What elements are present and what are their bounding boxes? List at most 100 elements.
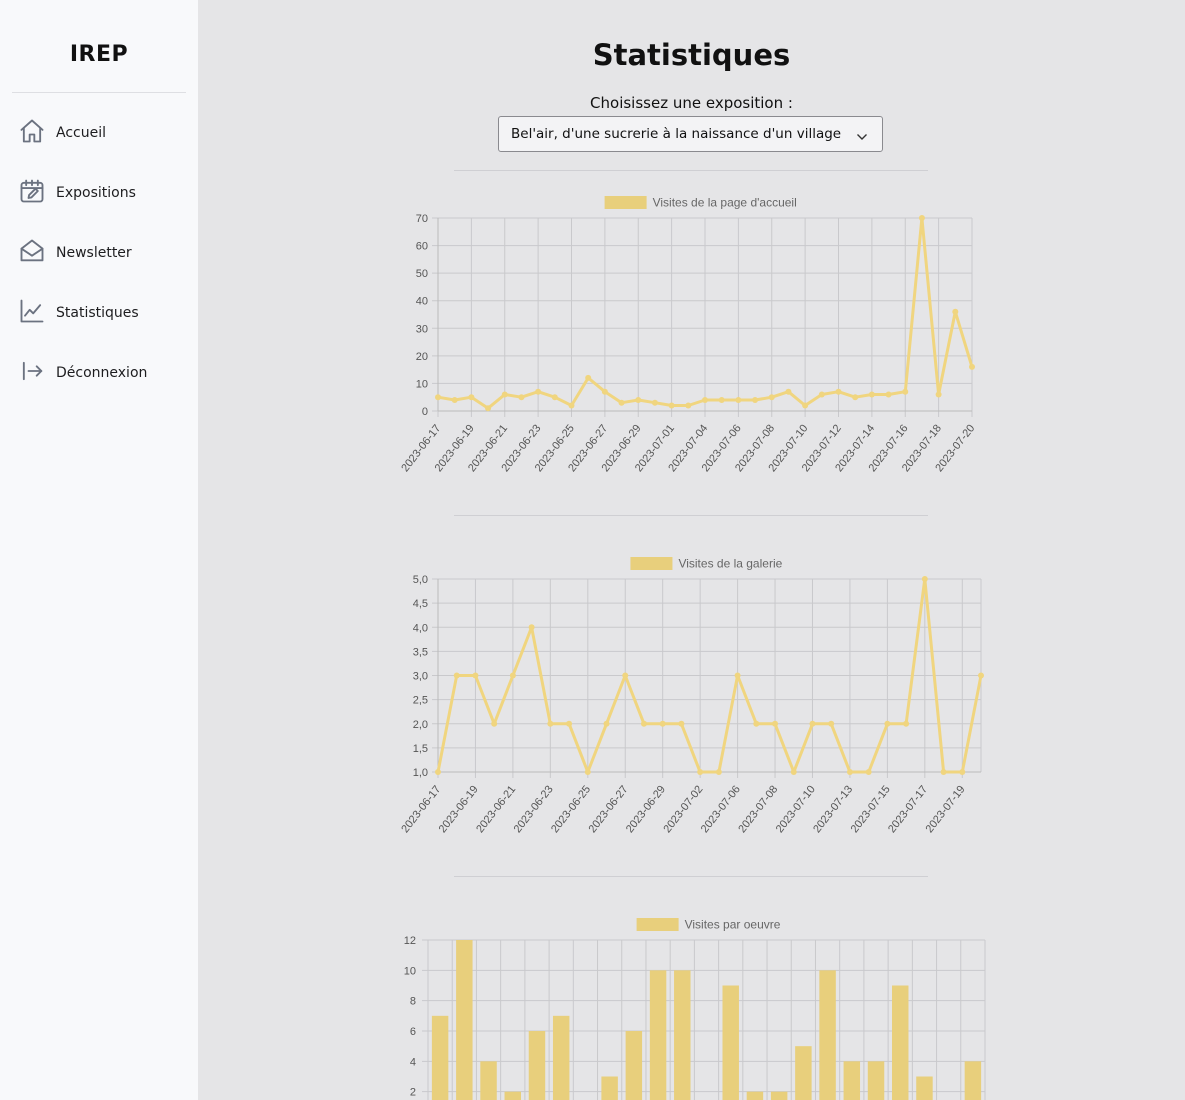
x-tick-label: 2023-07-19 xyxy=(924,783,968,835)
data-point xyxy=(528,624,535,631)
data-point xyxy=(518,394,525,401)
data-point xyxy=(622,672,629,679)
data-point xyxy=(501,391,508,398)
y-tick-label: 8 xyxy=(410,996,416,1008)
data-point xyxy=(685,402,692,409)
bar xyxy=(601,1076,618,1100)
y-tick-label: 2 xyxy=(410,1087,416,1099)
data-point xyxy=(491,720,498,727)
data-point xyxy=(790,769,797,775)
y-tick-label: 70 xyxy=(416,213,428,225)
data-point xyxy=(828,720,835,727)
y-tick-label: 4,5 xyxy=(413,598,428,610)
y-tick-label: 10 xyxy=(404,965,416,977)
bar xyxy=(867,1061,885,1100)
bar xyxy=(819,970,836,1100)
data-point xyxy=(921,576,928,582)
data-point xyxy=(678,720,685,727)
data-point xyxy=(535,388,542,395)
data-point xyxy=(585,374,592,381)
data-point xyxy=(668,402,675,409)
y-tick-label: 1,0 xyxy=(413,767,428,779)
data-point xyxy=(835,388,842,395)
data-point xyxy=(468,394,475,401)
bar xyxy=(431,1015,449,1100)
chart-galerie: Visites de la galerie 1,0 1,5 2,0 2,5 3,0 3,5 4… xyxy=(399,557,984,835)
bar xyxy=(722,985,739,1100)
data-point xyxy=(566,720,573,727)
legend-label: Visites de la page d'accueil xyxy=(653,196,797,210)
bar xyxy=(504,1091,521,1100)
data-point xyxy=(651,399,658,406)
data-point xyxy=(918,215,925,221)
y-tick-label: 3,5 xyxy=(413,646,428,658)
y-tick-label: 1,5 xyxy=(413,743,428,755)
y-tick-label: 20 xyxy=(416,351,428,363)
legend-swatch xyxy=(630,557,673,570)
data-point xyxy=(753,720,760,727)
bar xyxy=(770,1091,788,1100)
y-tick-label: 40 xyxy=(416,296,428,308)
data-point xyxy=(802,402,809,409)
bar xyxy=(649,970,667,1100)
data-point xyxy=(865,769,872,775)
data-point xyxy=(697,769,704,775)
y-tick-label: 12 xyxy=(404,935,416,947)
y-tick-label: 50 xyxy=(416,268,428,280)
y-tick-label: 4,0 xyxy=(413,622,428,634)
data-point xyxy=(768,394,775,401)
data-point xyxy=(640,720,647,727)
data-point xyxy=(885,391,892,398)
data-point xyxy=(772,720,779,727)
bar xyxy=(552,1015,570,1100)
data-point xyxy=(868,391,875,398)
data-point xyxy=(952,308,959,315)
data-point xyxy=(959,769,966,775)
data-point xyxy=(884,720,891,727)
bar xyxy=(795,1046,812,1100)
bar xyxy=(674,970,691,1100)
bar xyxy=(480,1061,497,1100)
data-point xyxy=(785,388,792,395)
legend-label: Visites par oeuvre xyxy=(685,918,781,932)
bar xyxy=(528,1031,546,1100)
data-point xyxy=(603,720,610,727)
y-tick-label: 3,0 xyxy=(413,671,428,683)
data-point xyxy=(601,388,608,395)
chart-visites-par-oeuvre: Visites par oeuvre 2 4 6 8 10 12 xyxy=(404,918,986,1100)
data-point xyxy=(618,399,625,406)
data-point xyxy=(978,672,984,679)
data-point xyxy=(485,405,492,412)
chart-page-accueil: Visites de la page d'accueil 0 10 20 30 40 50 6… xyxy=(399,196,977,475)
data-point xyxy=(818,391,825,398)
data-point xyxy=(453,672,460,679)
data-point xyxy=(635,396,642,403)
data-point xyxy=(715,769,722,775)
data-point xyxy=(735,396,742,403)
y-tick-label: 0 xyxy=(422,406,428,418)
y-tick-label: 2,5 xyxy=(413,695,428,707)
bar xyxy=(964,1061,982,1100)
data-point xyxy=(902,388,909,395)
data-point xyxy=(435,394,441,401)
bar xyxy=(892,985,909,1100)
data-point xyxy=(472,672,479,679)
data-point xyxy=(903,720,910,727)
data-point xyxy=(659,720,666,727)
bar xyxy=(625,1031,643,1100)
data-point xyxy=(809,720,816,727)
data-point xyxy=(435,769,441,775)
y-tick-label: 4 xyxy=(410,1056,416,1068)
data-point xyxy=(718,396,725,403)
bar xyxy=(456,940,473,1100)
data-point xyxy=(846,769,853,775)
data-point xyxy=(568,402,575,409)
data-point xyxy=(734,672,741,679)
data-point xyxy=(940,769,947,775)
data-point xyxy=(702,396,708,403)
data-point xyxy=(551,394,558,401)
data-point xyxy=(935,391,942,398)
data-point xyxy=(584,769,591,775)
data-point xyxy=(509,672,516,679)
data-point xyxy=(969,363,975,370)
